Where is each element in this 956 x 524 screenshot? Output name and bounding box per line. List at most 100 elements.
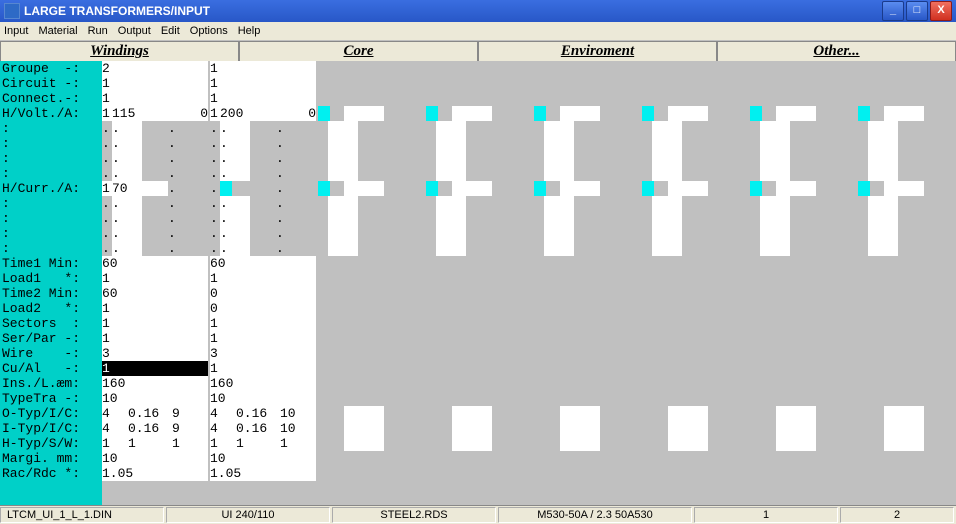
empty-cell[interactable] [652, 196, 682, 211]
tab-other[interactable]: Other... [717, 41, 956, 61]
c2-hcurr-flag[interactable]: . [210, 181, 220, 196]
c1-sectors[interactable]: 1 [102, 316, 208, 331]
c1-r12c[interactable]: . [168, 241, 208, 256]
c1-margi[interactable]: 10 [102, 451, 208, 466]
menu-help[interactable]: Help [238, 25, 261, 37]
empty-cell[interactable] [868, 166, 898, 181]
empty-cell[interactable] [544, 196, 574, 211]
c2-hcurr-a[interactable]: . [276, 181, 316, 196]
c2-r7b[interactable]: . [220, 166, 250, 181]
menu-run[interactable]: Run [88, 25, 108, 37]
empty-cell[interactable] [776, 106, 816, 121]
c1-r6c[interactable]: . [168, 151, 208, 166]
c1-r7c[interactable]: . [168, 166, 208, 181]
c1-ityp-b[interactable]: 0.16 [128, 421, 172, 436]
tab-enviroment[interactable]: Enviroment [478, 41, 717, 61]
empty-cell[interactable] [344, 421, 384, 436]
c1-racrdc[interactable]: 1.05 [102, 466, 208, 481]
c2-r12a[interactable]: . [210, 241, 220, 256]
empty-cell[interactable] [776, 436, 816, 451]
c2-r5c[interactable]: . [276, 136, 316, 151]
empty-cell[interactable] [344, 436, 384, 451]
c1-groupe[interactable]: 2 [102, 61, 208, 76]
c1-r12b[interactable]: . [112, 241, 142, 256]
c1-r7a[interactable]: . [102, 166, 112, 181]
c1-r9c[interactable]: . [168, 196, 208, 211]
c2-otyp-c[interactable]: 10 [280, 406, 316, 421]
empty-cell[interactable] [544, 211, 574, 226]
c1-ins[interactable]: 160 [102, 376, 208, 391]
c1-serpar[interactable]: 1 [102, 331, 208, 346]
empty-cell[interactable] [436, 136, 466, 151]
c2-r5a[interactable]: . [210, 136, 220, 151]
empty-cell[interactable] [426, 181, 438, 196]
c2-r5b[interactable]: . [220, 136, 250, 151]
empty-cell[interactable] [642, 106, 654, 121]
empty-cell[interactable] [668, 106, 708, 121]
empty-cell[interactable] [868, 196, 898, 211]
c1-time1[interactable]: 60 [102, 256, 208, 271]
empty-cell[interactable] [436, 226, 466, 241]
c2-r4a[interactable]: . [210, 121, 220, 136]
empty-cell[interactable] [544, 226, 574, 241]
c2-r4b[interactable]: . [220, 121, 250, 136]
c1-r9a[interactable]: . [102, 196, 112, 211]
c1-r10b[interactable]: . [112, 211, 142, 226]
c2-load2[interactable]: 0 [210, 301, 316, 316]
empty-cell[interactable] [776, 406, 816, 421]
empty-cell[interactable] [760, 241, 790, 256]
c1-circuit[interactable]: 1 [102, 76, 208, 91]
empty-cell[interactable] [652, 211, 682, 226]
c2-wire[interactable]: 3 [210, 346, 316, 361]
c1-wire[interactable]: 3 [102, 346, 208, 361]
empty-cell[interactable] [760, 121, 790, 136]
empty-cell[interactable] [868, 136, 898, 151]
empty-cell[interactable] [328, 136, 358, 151]
empty-cell[interactable] [668, 406, 708, 421]
empty-cell[interactable] [760, 136, 790, 151]
empty-cell[interactable] [884, 181, 924, 196]
empty-cell[interactable] [436, 241, 466, 256]
empty-cell[interactable] [776, 181, 816, 196]
c1-htyp-a[interactable]: 1 [102, 436, 128, 451]
c2-r6b[interactable]: . [220, 151, 250, 166]
c2-hvolt-a[interactable]: 0 [276, 106, 316, 121]
c2-time2[interactable]: 0 [210, 286, 316, 301]
menu-edit[interactable]: Edit [161, 25, 180, 37]
c2-hvolt-flag[interactable]: 1 [210, 106, 220, 121]
empty-cell[interactable] [318, 181, 330, 196]
c2-circuit[interactable]: 1 [210, 76, 316, 91]
c1-r4b[interactable]: . [112, 121, 142, 136]
c2-groupe[interactable]: 1 [210, 61, 316, 76]
empty-cell[interactable] [328, 166, 358, 181]
c1-r5b[interactable]: . [112, 136, 142, 151]
c2-hcurr-hl[interactable] [220, 181, 232, 196]
c2-r10b[interactable]: . [220, 211, 250, 226]
empty-cell[interactable] [436, 196, 466, 211]
c2-typetra[interactable]: 10 [210, 391, 316, 406]
empty-cell[interactable] [776, 421, 816, 436]
empty-cell[interactable] [344, 106, 384, 121]
empty-cell[interactable] [328, 151, 358, 166]
empty-cell[interactable] [868, 151, 898, 166]
empty-cell[interactable] [544, 166, 574, 181]
empty-cell[interactable] [436, 121, 466, 136]
empty-cell[interactable] [328, 241, 358, 256]
c2-time1[interactable]: 60 [210, 256, 316, 271]
c1-hvolt-val[interactable]: 115 [112, 106, 168, 121]
c2-ins[interactable]: 160 [210, 376, 316, 391]
empty-cell[interactable] [868, 241, 898, 256]
empty-cell[interactable] [436, 151, 466, 166]
close-button[interactable]: X [930, 1, 952, 21]
c2-r6a[interactable]: . [210, 151, 220, 166]
c2-r9c[interactable]: . [276, 196, 316, 211]
tab-core[interactable]: Core [239, 41, 478, 61]
c1-r5c[interactable]: . [168, 136, 208, 151]
c2-r4c[interactable]: . [276, 121, 316, 136]
empty-cell[interactable] [328, 196, 358, 211]
empty-cell[interactable] [560, 436, 600, 451]
c2-htyp-c[interactable]: 1 [280, 436, 316, 451]
c2-ityp-a[interactable]: 4 [210, 421, 236, 436]
c1-r10a[interactable]: . [102, 211, 112, 226]
c1-typetra[interactable]: 10 [102, 391, 208, 406]
